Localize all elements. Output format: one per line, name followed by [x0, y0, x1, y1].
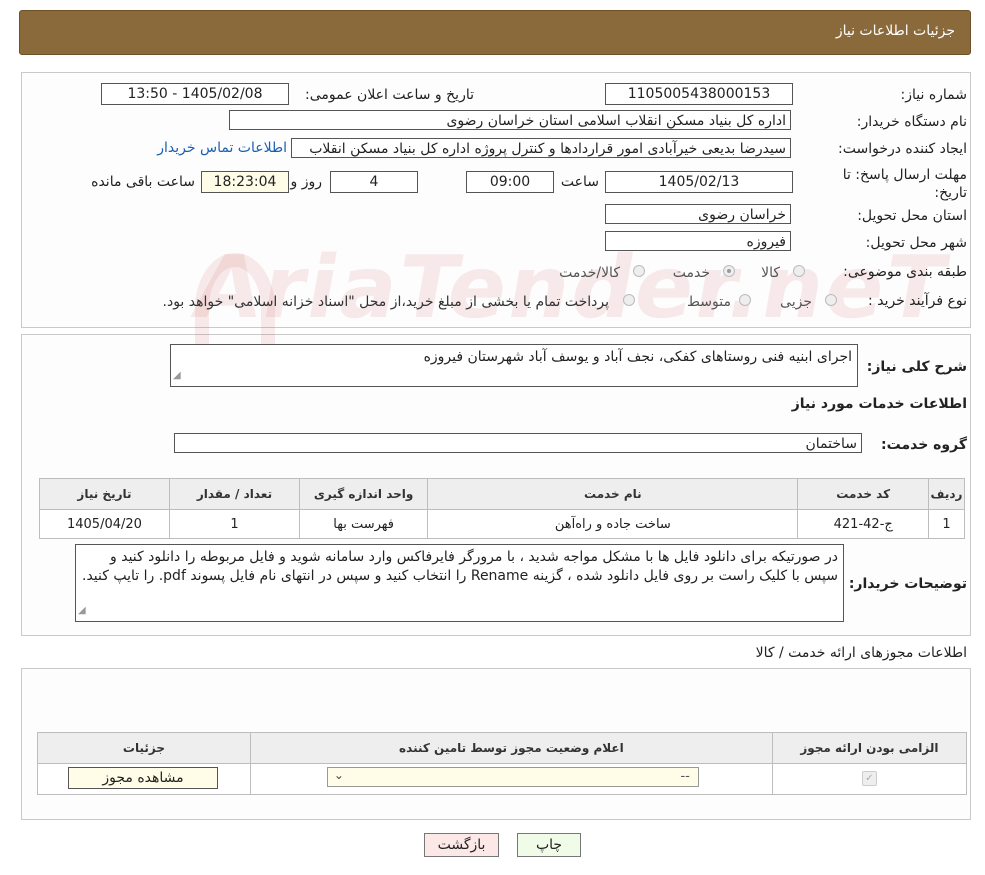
buyer-notes-textarea: در صورتیکه برای دانلود فایل ها با مشکل م…	[75, 544, 844, 622]
treasury-payment-note: پرداخت تمام یا بخشی از مبلغ خرید،از محل …	[162, 294, 609, 310]
category-radio-goods-service[interactable]	[633, 265, 645, 277]
time-remaining-field: 18:23:04	[201, 171, 289, 193]
category-service-label: خدمت	[672, 265, 710, 281]
col-permit-required: الزامی بودن ارائه مجوز	[771, 732, 968, 764]
permit-required-checkbox[interactable]: ✓	[861, 771, 877, 786]
buyer-org-field: اداره کل بنیاد مسکن انقلاب اسلامی استان …	[229, 110, 791, 130]
category-goods-label: کالا	[761, 265, 780, 281]
purchase-minor-label: جزیی	[780, 294, 812, 310]
table-row: 1405/04/20 1 فهرست بها ساخت جاده و راه‌آ…	[39, 509, 966, 539]
chevron-down-icon: ⌄	[333, 768, 344, 782]
watermark: AriaTender.neT	[186, 238, 957, 338]
col-quantity: تعداد / مقدار	[168, 478, 300, 510]
cell-permit-status: ⌄ --	[249, 763, 773, 795]
province-label: استان محل تحویل:	[857, 208, 967, 224]
page-title: جزئیات اطلاعات نیاز	[835, 23, 955, 39]
announce-date-label: تاریخ و ساعت اعلان عمومی:	[305, 87, 474, 103]
category-goods-service-label: کالا/خدمت	[559, 265, 620, 281]
resize-handle-icon[interactable]: ◢	[78, 601, 86, 620]
services-section-title: اطلاعات خدمات مورد نیاز	[791, 396, 967, 412]
permits-table-header: جزئیات اعلام وضعیت مجوز توسط تامین کننده…	[37, 732, 968, 764]
purchase-radio-medium[interactable]	[739, 294, 751, 306]
category-radio-goods[interactable]	[793, 265, 805, 277]
deadline-time-field: 09:00	[466, 171, 554, 193]
print-button[interactable]: چاپ	[517, 833, 581, 857]
buyer-notes-text: در صورتیکه برای دانلود فایل ها با مشکل م…	[82, 549, 838, 584]
buyer-notes-label: توضیحات خریدار:	[848, 576, 967, 592]
cell-permit-required: ✓	[771, 763, 968, 795]
creator-field: سیدرضا بدیعی خیرآبادی امور قراردادها و ک…	[291, 138, 791, 158]
page-header: جزئیات اطلاعات نیاز	[19, 10, 971, 55]
deadline-date-field: 1405/02/13	[605, 171, 793, 193]
cell-service-code: ج-42-421	[797, 509, 929, 539]
cell-row: 1	[927, 509, 966, 539]
days-remaining-field: 4	[330, 171, 418, 193]
city-label: شهر محل تحویل:	[865, 235, 967, 251]
deadline-time-label: ساعت	[560, 174, 599, 190]
col-unit: واحد اندازه گیری	[298, 478, 429, 510]
creator-label: ایجاد کننده درخواست:	[838, 141, 967, 157]
back-button[interactable]: بازگشت	[424, 833, 499, 857]
service-group-field: ساختمان	[174, 433, 862, 453]
view-permit-button[interactable]: مشاهده مجوز	[68, 767, 218, 789]
summary-text: اجرای ابنیه فنی روستاهای کفکی، نجف آباد …	[423, 349, 852, 365]
service-group-label: گروه خدمت:	[881, 437, 967, 453]
permits-section-title: اطلاعات مجوزهای ارائه خدمت / کالا	[755, 645, 967, 661]
cell-quantity: 1	[168, 509, 300, 539]
days-label: روز و	[290, 174, 323, 190]
cell-service-name: ساخت جاده و راه‌آهن	[427, 509, 799, 539]
purchase-radio-minor[interactable]	[825, 294, 837, 306]
summary-label: شرح کلی نیاز:	[866, 359, 967, 375]
time-remaining-label: ساعت باقی مانده	[91, 174, 195, 190]
cell-need-date: 1405/04/20	[39, 509, 170, 539]
treasury-payment-checkbox[interactable]	[623, 294, 635, 306]
resize-handle-icon[interactable]: ◢	[173, 366, 181, 385]
cell-details: مشاهده مجوز	[37, 763, 251, 795]
need-number-field: 1105005438000153	[605, 83, 793, 105]
province-field: خراسان رضوی	[605, 204, 791, 224]
permit-status-value: --	[680, 769, 690, 784]
services-table: تاریخ نیاز تعداد / مقدار واحد اندازه گیر…	[39, 478, 966, 539]
category-label: طبقه بندی موضوعی:	[843, 264, 967, 280]
table-row: مشاهده مجوز ⌄ -- ✓	[37, 763, 968, 795]
cell-unit: فهرست بها	[298, 509, 429, 539]
services-table-header: تاریخ نیاز تعداد / مقدار واحد اندازه گیر…	[39, 478, 966, 510]
city-field: فیروزه	[605, 231, 791, 251]
col-row: ردیف	[927, 478, 966, 510]
announce-date-field: 1405/02/08 - 13:50	[101, 83, 289, 105]
permits-table: جزئیات اعلام وضعیت مجوز توسط تامین کننده…	[37, 732, 968, 795]
col-permit-status: اعلام وضعیت مجوز توسط تامین کننده	[249, 732, 773, 764]
deadline-label: مهلت ارسال پاسخ: تا تاریخ:	[842, 167, 967, 201]
col-service-code: کد خدمت	[797, 478, 929, 510]
purchase-type-label: نوع فرآیند خرید :	[868, 293, 967, 309]
need-number-label: شماره نیاز:	[900, 87, 968, 103]
permit-status-select[interactable]: ⌄ --	[326, 767, 699, 787]
purchase-medium-label: متوسط	[687, 294, 731, 310]
buyer-org-label: نام دستگاه خریدار:	[856, 114, 967, 130]
col-details: جزئیات	[37, 732, 251, 764]
col-service-name: نام خدمت	[427, 478, 799, 510]
buyer-contact-link[interactable]: اطلاعات تماس خریدار	[157, 140, 287, 156]
category-radio-service[interactable]	[723, 265, 735, 277]
col-need-date: تاریخ نیاز	[39, 478, 170, 510]
summary-textarea: اجرای ابنیه فنی روستاهای کفکی، نجف آباد …	[170, 344, 858, 387]
